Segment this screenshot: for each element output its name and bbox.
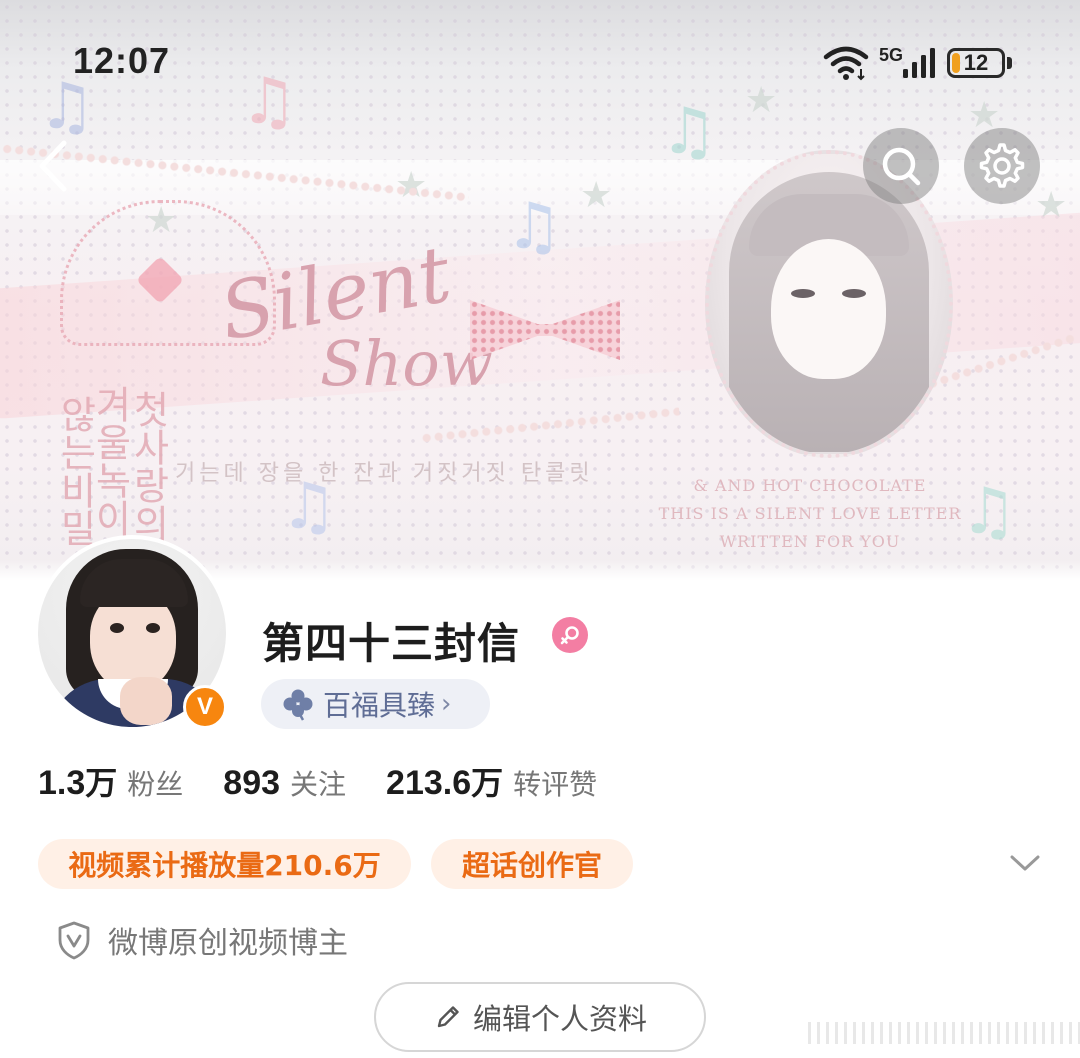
interactions-count: 213.6 <box>386 764 472 802</box>
star-icon: ★ <box>580 175 613 216</box>
stat-interactions[interactable]: 213.6 万 转评赞 <box>386 758 597 804</box>
banner-english-line: & AND HOT CHOCOLATE <box>693 476 927 495</box>
network-type: 5G <box>878 44 903 65</box>
back-button[interactable] <box>28 133 88 199</box>
battery-percent: 12 <box>963 50 989 75</box>
battery-cap <box>1007 57 1012 69</box>
chevron-left-icon <box>39 140 67 192</box>
banner-english-line: THIS IS A SILENT LOVE LETTER <box>658 504 962 523</box>
banner-english-line: WRITTEN FOR YOU <box>719 532 901 551</box>
status-time: 12:07 <box>73 40 171 81</box>
settings-button[interactable] <box>964 128 1040 204</box>
followers-count: 1.3 <box>38 764 86 802</box>
female-icon <box>552 617 588 653</box>
following-count: 893 <box>223 764 281 802</box>
search-icon <box>882 147 921 186</box>
supertopic-creator-tag[interactable]: 超话创作官 <box>431 839 633 889</box>
stat-following[interactable]: 893 关注 <box>223 763 346 803</box>
chevron-right-icon: › <box>441 689 452 719</box>
interactions-label: 转评赞 <box>513 768 598 801</box>
status-icons: 5G 12 <box>823 43 1012 83</box>
star-icon: ★ <box>1035 185 1068 226</box>
fortune-label: 百福具臻 <box>323 689 436 722</box>
verified-badge: V <box>183 685 227 729</box>
pencil-icon <box>437 1006 459 1028</box>
gear-icon <box>979 143 1025 188</box>
clover-icon <box>283 689 313 721</box>
scroll-indicator <box>808 1022 1080 1044</box>
banner-korean-text: 첫사랑의 <box>126 390 170 542</box>
certification-row[interactable]: 微博原创视频博主 <box>56 918 348 962</box>
music-note-icon: ♫ <box>505 190 563 264</box>
shield-v-icon <box>58 921 90 960</box>
wifi-icon <box>823 46 869 81</box>
interactions-unit: 万 <box>471 764 504 802</box>
video-plays-tag[interactable]: 视频累计播放量210.6万 <box>38 839 411 889</box>
battery-level <box>952 53 960 73</box>
search-button[interactable] <box>863 128 939 204</box>
edit-profile-label: 编辑个人资料 <box>472 1002 647 1036</box>
followers-label: 粉丝 <box>127 768 184 801</box>
signal-icon <box>903 48 935 78</box>
banner-english-text: & AND HOT CHOCOLATE THIS IS A SILENT LOV… <box>600 472 1020 556</box>
stat-followers[interactable]: 1.3 万 粉丝 <box>38 758 183 804</box>
chevron-down-icon <box>1010 855 1040 871</box>
fortune-badge-chip[interactable]: 百福具臻 › <box>261 679 490 729</box>
edit-profile-button[interactable]: 编辑个人资料 <box>374 982 706 1052</box>
status-bar: 12:07 5G 12 <box>0 0 1080 110</box>
certification-label: 微博原创视频博主 <box>108 926 348 961</box>
battery-icon: 12 <box>947 48 1005 78</box>
followers-unit: 万 <box>85 764 118 802</box>
banner-korean-text: 않는비밀 <box>53 395 97 547</box>
username: 第四十三封信 <box>262 619 521 668</box>
expand-tags-button[interactable] <box>1008 848 1042 878</box>
banner-script-word-2: Show <box>320 327 493 400</box>
following-label: 关注 <box>290 768 347 801</box>
profile-stats: 1.3 万 粉丝 893 关注 213.6 万 转评赞 <box>38 758 637 808</box>
